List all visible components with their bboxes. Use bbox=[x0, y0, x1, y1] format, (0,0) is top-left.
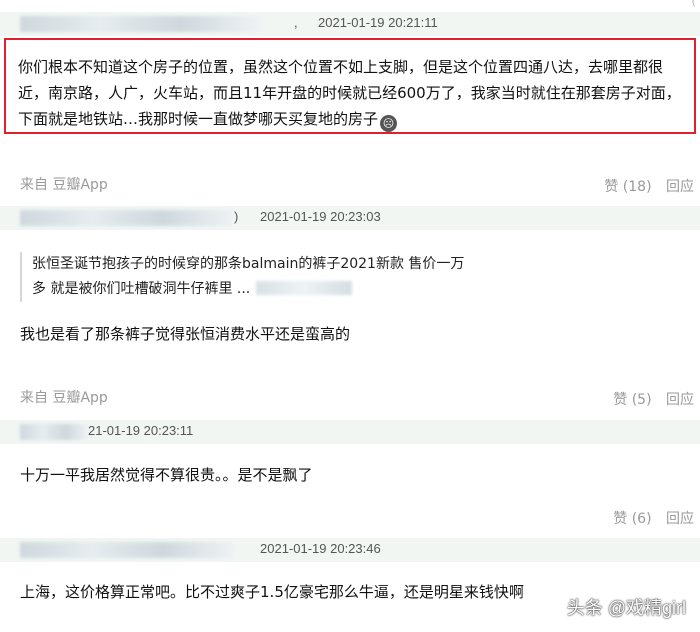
quote-line-2: 多 就是被你们吐槽破洞牛仔裤里 ... bbox=[32, 277, 500, 302]
comment-header: ) 2021-01-19 20:23:03 bbox=[0, 206, 700, 230]
header-separator: ) bbox=[234, 209, 239, 224]
reply-button[interactable]: 回应 bbox=[666, 179, 694, 195]
comment-text: 你们根本不知道这个房子的位置，虽然这个位置不如上支脚，但是这个位置四通八达，去哪… bbox=[18, 58, 681, 128]
comment-actions: 赞 (6) 回应 bbox=[603, 508, 694, 528]
comment-actions: 赞 (5) 回应 bbox=[603, 389, 694, 409]
comment-body: 我也是看了那条裤子觉得张恒消费水平还是蛮高的 bbox=[20, 325, 351, 343]
blurred-username bbox=[20, 424, 88, 440]
like-button[interactable]: 赞 (18) bbox=[604, 179, 651, 195]
comment-timestamp: 2021-01-19 20:21:11 bbox=[318, 15, 438, 30]
reply-button[interactable]: 回应 bbox=[666, 511, 694, 527]
comment-source: 来自 豆瓣App bbox=[20, 390, 108, 406]
reply-button[interactable]: 回应 bbox=[666, 392, 694, 408]
comment-header: , 2021-01-19 20:21:11 bbox=[0, 12, 700, 36]
header-separator: , bbox=[294, 15, 298, 30]
comment-header: 2021-01-19 20:23:46 bbox=[0, 538, 700, 562]
blurred-quote-author bbox=[256, 281, 353, 295]
comment-timestamp: 21-01-19 20:23:11 bbox=[88, 423, 194, 438]
blurred-username bbox=[20, 16, 260, 32]
comment-body: 上海，这价格算正常吧。比不过爽子1.5亿豪宅那么牛逼，还是明星来钱快啊 bbox=[20, 583, 524, 601]
comment-body: 你们根本不知道这个房子的位置，虽然这个位置不如上支脚，但是这个位置四通八达，去哪… bbox=[18, 54, 688, 132]
top-partial-text: ( bbox=[691, 0, 696, 8]
watermark: 头条 @戏精girl bbox=[566, 598, 686, 618]
comment-body: 十万一平我居然觉得不算很贵。。是不是飘了 bbox=[20, 466, 313, 484]
comment-header: 21-01-19 20:23:11 bbox=[0, 420, 700, 444]
quote-line: 张恒圣诞节抱孩子的时候穿的那条balmain的裤子2021新款 售价一万 bbox=[32, 256, 465, 272]
comment-source: 来自 豆瓣App bbox=[20, 177, 108, 193]
top-partial-row: ( bbox=[0, 0, 700, 10]
sad-face-icon: ☹ bbox=[380, 115, 398, 132]
blurred-username bbox=[20, 210, 234, 226]
blurred-username bbox=[20, 542, 234, 558]
quoted-comment: 张恒圣诞节抱孩子的时候穿的那条balmain的裤子2021新款 售价一万 多 就… bbox=[20, 252, 500, 302]
quote-line-text: 多 就是被你们吐槽破洞牛仔裤里 ... bbox=[32, 281, 251, 297]
highlighted-comment: 你们根本不知道这个房子的位置，虽然这个位置不如上支脚，但是这个位置四通八达，去哪… bbox=[4, 38, 696, 134]
comment-timestamp: 2021-01-19 20:23:46 bbox=[260, 541, 381, 556]
comment-actions: 赞 (18) 回应 bbox=[594, 176, 694, 196]
like-button[interactable]: 赞 (6) bbox=[613, 511, 651, 527]
like-button[interactable]: 赞 (5) bbox=[613, 392, 651, 408]
comment-timestamp: 2021-01-19 20:23:03 bbox=[260, 209, 381, 224]
